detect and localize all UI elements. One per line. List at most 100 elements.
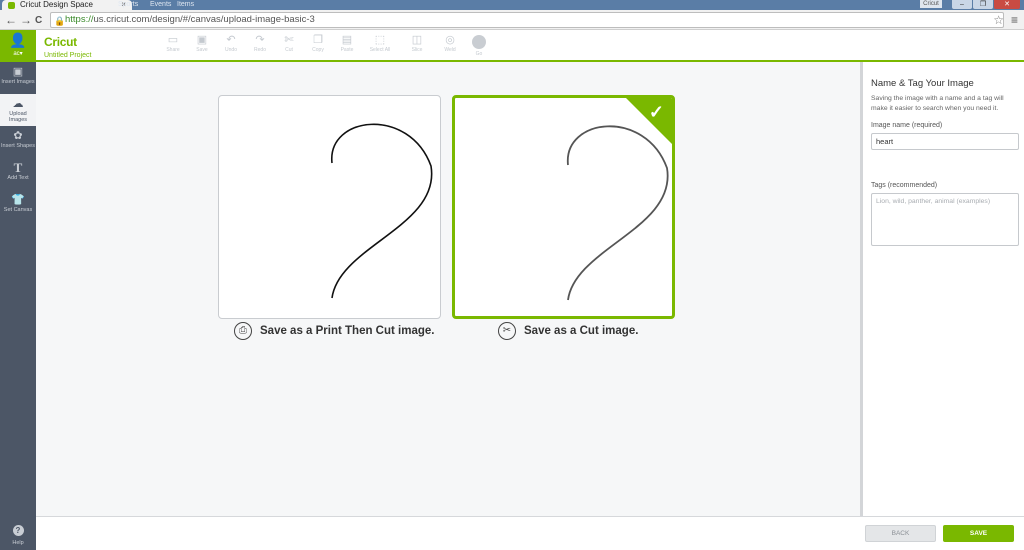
tool-save-button[interactable]: ▣ Save — [189, 33, 215, 54]
undo-icon: ↶ — [226, 34, 236, 46]
toolbar: ▭ Share ▣ Save ↶ Undo ↷ Redo ✄ Cut ❐ Copy ▤ Pas… — [160, 33, 463, 54]
tool-label: Paste — [340, 47, 354, 53]
cut-option[interactable]: ✂ Save as a Cut image. — [498, 322, 638, 340]
tab-title: Cricut Design Space — [20, 0, 93, 9]
folder-icon: ▭ — [167, 34, 179, 46]
tool-slice-button[interactable]: ◫ Slice — [400, 33, 434, 54]
tool-label: Slice — [411, 47, 423, 53]
url-field[interactable]: 🔒 https://us.cricut.com/design/#/canvas/… — [50, 12, 1004, 28]
panel-description: Saving the image with a name and a tag w… — [871, 95, 1004, 112]
checkmark-icon: ✓ — [648, 102, 664, 122]
copy-icon: ❐ — [313, 34, 323, 46]
go-button[interactable] — [472, 35, 486, 49]
url-path: us.cricut.com/design/#/canvas/upload-ima… — [93, 14, 315, 25]
left-sidebar: ▣ Insert Images ☁ Upload Images ✿ Insert… — [0, 62, 36, 550]
help-icon: ? — [12, 525, 24, 536]
tool-undo-button[interactable]: ↶ Undo — [218, 33, 244, 54]
sidebar-item-label: Add Text — [7, 175, 29, 181]
sidebar-item-label: Set Canvas — [3, 207, 33, 213]
app-header: 👤 ac▾ Cricut Untitled Project ▭ Share ▣ Sa… — [0, 30, 1024, 62]
sidebar-item-add-text[interactable]: T Add Text — [0, 158, 36, 190]
background-tab-label: Sports — [118, 1, 139, 8]
redo-icon: ↷ — [255, 34, 265, 46]
main-canvas: ✓ ⎙ Save as a Print Then Cut image. ✂ Sa… — [36, 62, 860, 516]
tool-label: Select All — [369, 47, 391, 53]
tags-label: Tags (recommended) — [871, 182, 938, 189]
help-label: Help — [12, 540, 24, 546]
window-controls: – ❐ ✕ — [952, 0, 1020, 9]
panel-title: Name & Tag Your Image — [871, 78, 974, 89]
print-then-cut-label: Save as a Print Then Cut image. — [260, 325, 435, 337]
maximize-button[interactable]: ❐ — [973, 0, 993, 9]
scissors-icon: ✂ — [498, 322, 516, 340]
text-icon: T — [13, 160, 23, 175]
person-icon: 👤 — [9, 32, 27, 48]
tool-paste-button[interactable]: ▤ Paste — [334, 33, 360, 54]
select-all-icon: ⬚ — [374, 34, 386, 46]
paste-icon: ▤ — [341, 34, 353, 46]
print-then-cut-preview-card[interactable] — [218, 95, 441, 319]
browser-menu-icon[interactable]: ≡ — [1011, 13, 1018, 27]
address-bar: ← → C 🔒 https://us.cricut.com/design/#/c… — [0, 10, 1024, 30]
cricut-favicon-icon — [8, 2, 15, 9]
name-tag-panel: Name & Tag Your Image Saving the image w… — [860, 62, 1024, 516]
browser-user-chip[interactable]: Cricut — [920, 0, 942, 8]
tool-select-all-button[interactable]: ⬚ Select All — [363, 33, 397, 54]
brand: Cricut Untitled Project — [44, 33, 91, 59]
save-button[interactable]: SAVE — [943, 525, 1014, 542]
slice-icon: ◫ — [411, 34, 423, 46]
reload-icon[interactable]: C — [35, 14, 42, 28]
printer-icon: ⎙ — [234, 322, 252, 340]
footer-bar: BACK SAVE — [36, 516, 1024, 550]
half-heart-image — [331, 123, 433, 299]
tool-share-button[interactable]: ▭ Share — [160, 33, 186, 54]
shapes-icon: ✿ — [13, 130, 23, 142]
cut-label: Save as a Cut image. — [524, 325, 639, 337]
window-close-button[interactable]: ✕ — [994, 0, 1020, 9]
project-title: Untitled Project — [44, 52, 92, 59]
tool-label: Weld — [444, 47, 456, 53]
shirt-icon: 👕 — [11, 194, 25, 206]
image-name-label: Image name (required) — [871, 122, 943, 129]
browser-titlebar: Cricut Design Space × Sports Events Item… — [0, 0, 1024, 10]
tags-input[interactable] — [871, 193, 1019, 246]
bookmark-star-icon[interactable]: ☆ — [993, 13, 1004, 27]
go-label: Go — [475, 51, 483, 57]
sidebar-item-set-canvas[interactable]: 👕 Set Canvas — [0, 190, 36, 222]
tool-label: Save — [196, 47, 208, 53]
back-arrow-icon[interactable]: ← — [5, 13, 17, 27]
account-button[interactable]: 👤 ac▾ — [0, 30, 36, 62]
cloud-upload-icon: ☁ — [12, 98, 24, 110]
image-name-input[interactable] — [871, 133, 1019, 150]
cut-icon: ✄ — [284, 34, 294, 46]
sidebar-item-label: Upload Images — [8, 111, 28, 123]
tool-weld-button[interactable]: ◎ Weld — [437, 33, 463, 54]
help-button[interactable]: ? Help — [0, 520, 36, 546]
tool-label: Cut — [285, 47, 293, 53]
cricut-logo: Cricut — [44, 35, 77, 49]
image-icon: ▣ — [12, 66, 24, 78]
sidebar-item-label: Insert Shapes — [1, 143, 35, 149]
url-scheme: https:// — [65, 14, 94, 25]
lock-icon: 🔒 — [54, 16, 66, 26]
background-tab-label: Events — [150, 1, 172, 8]
tool-label: Undo — [225, 47, 237, 53]
browser-tab[interactable]: Cricut Design Space × — [2, 0, 132, 10]
back-button[interactable]: BACK — [865, 525, 936, 542]
minimize-button[interactable]: – — [952, 0, 972, 9]
tool-label: Copy — [312, 47, 324, 53]
forward-arrow-icon[interactable]: → — [20, 13, 32, 27]
weld-icon: ◎ — [445, 34, 455, 46]
sidebar-item-insert-images[interactable]: ▣ Insert Images — [0, 62, 36, 94]
tool-copy-button[interactable]: ❐ Copy — [305, 33, 331, 54]
print-then-cut-option[interactable]: ⎙ Save as a Print Then Cut image. — [234, 322, 434, 340]
sidebar-item-insert-shapes[interactable]: ✿ Insert Shapes — [0, 126, 36, 158]
tool-redo-button[interactable]: ↷ Redo — [247, 33, 273, 54]
account-label: ac▾ — [13, 51, 23, 57]
save-icon: ▣ — [196, 34, 208, 46]
tool-cut-button[interactable]: ✄ Cut — [276, 33, 302, 54]
cut-preview-card[interactable]: ✓ — [452, 95, 675, 319]
sidebar-item-label: Insert Images — [1, 79, 35, 85]
sidebar-item-upload-images[interactable]: ☁ Upload Images — [0, 94, 36, 126]
tool-label: Redo — [254, 47, 266, 53]
